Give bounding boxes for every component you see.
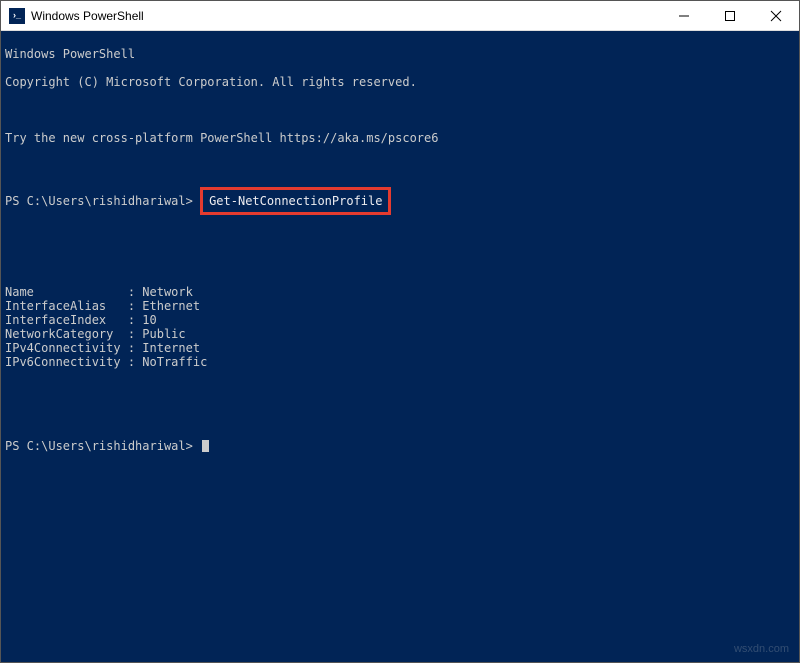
maximize-button[interactable] [707, 1, 753, 30]
command-text: Get-NetConnectionProfile [209, 194, 382, 208]
close-button[interactable] [753, 1, 799, 30]
blank-line [5, 383, 795, 397]
prompt-line-2: PS C:\Users\rishidhariwal> [5, 439, 795, 453]
header-line-1: Windows PowerShell [5, 47, 795, 61]
blank-line [5, 229, 795, 243]
titlebar[interactable]: Windows PowerShell [1, 1, 799, 31]
command-highlight: Get-NetConnectionProfile [200, 187, 391, 215]
header-line-2: Copyright (C) Microsoft Corporation. All… [5, 75, 795, 89]
blank-line [5, 159, 795, 173]
prompt-prefix-2: PS C:\Users\rishidhariwal> [5, 439, 200, 453]
blank-line [5, 411, 795, 425]
prompt-line-1: PS C:\Users\rishidhariwal> Get-NetConnec… [5, 187, 795, 215]
powershell-window: Windows PowerShell Windows PowerShell Co… [0, 0, 800, 663]
cursor [202, 440, 209, 452]
blank-line [5, 103, 795, 117]
blank-line [5, 257, 795, 271]
try-line: Try the new cross-platform PowerShell ht… [5, 131, 795, 145]
watermark-text: wsxdn.com [734, 642, 789, 656]
window-title: Windows PowerShell [31, 9, 144, 23]
minimize-button[interactable] [661, 1, 707, 30]
window-controls [661, 1, 799, 30]
terminal-body[interactable]: Windows PowerShell Copyright (C) Microso… [1, 31, 799, 662]
powershell-icon [9, 8, 25, 24]
prompt-prefix: PS C:\Users\rishidhariwal> [5, 194, 200, 208]
output-block: Name : Network InterfaceAlias : Ethernet… [5, 285, 795, 369]
